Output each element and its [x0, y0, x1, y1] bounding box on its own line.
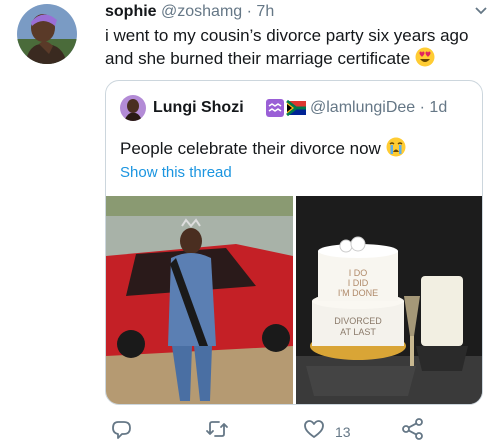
share-button[interactable]: [401, 418, 425, 445]
chevron-down-icon[interactable]: [472, 2, 490, 20]
tweet-time[interactable]: · 7h: [247, 3, 275, 20]
like-count: 13: [335, 423, 351, 440]
like-button[interactable]: 13: [303, 418, 351, 445]
author-name[interactable]: sophie: [105, 3, 157, 20]
quoted-author-badges: [266, 99, 306, 126]
author-avatar-image: [17, 4, 77, 64]
quoted-tweet-body: People celebrate their divorce now: [120, 139, 381, 158]
tweet-actions: 13: [105, 418, 485, 444]
show-thread-link[interactable]: Show this thread: [120, 164, 232, 181]
tweet-body: i went to my cousin’s divorce party six …: [105, 26, 469, 68]
divorce-cake-photo[interactable]: I DO I DID I'M DONE DIVORCED AT LAST: [296, 196, 482, 404]
heart-icon: [303, 418, 325, 445]
tweet-header: sophie @zoshamg · 7h: [105, 2, 274, 22]
cake-top-text: I DO I DID I'M DONE: [320, 268, 396, 298]
south-africa-flag-icon: [286, 99, 306, 117]
woman-with-tiara-and-red-car-photo[interactable]: [106, 196, 293, 404]
cake-line-3: I'M DONE: [337, 288, 379, 298]
quoted-tweet[interactable]: Lungi Shozi @lamlungiDee · 1d People cel…: [105, 80, 483, 405]
cake-line-2: I DID: [347, 278, 369, 288]
retweet-icon: [205, 418, 229, 445]
reply-button[interactable]: [110, 418, 132, 445]
quoted-author-handle: @lamlungiDee · 1d: [310, 95, 447, 121]
quoted-tweet-text: People celebrate their divorce now: [120, 137, 406, 163]
cake-line-4: DIVORCED: [334, 316, 382, 326]
cake-line-5: AT LAST: [340, 327, 376, 337]
share-icon: [401, 418, 425, 445]
crying-face-emoji-icon: [386, 137, 406, 163]
heart-eyes-emoji-icon: [415, 47, 435, 73]
author-avatar[interactable]: [17, 4, 77, 64]
quoted-author-avatar: [120, 95, 146, 121]
retweet-button[interactable]: [205, 418, 229, 445]
aquarius-icon: [266, 99, 284, 117]
reply-icon: [110, 418, 132, 445]
quoted-tweet-time: · 1d: [419, 99, 448, 116]
quoted-handle-text: @lamlungiDee: [310, 99, 416, 116]
cake-line-1: I DO: [348, 268, 368, 278]
quoted-author-name: Lungi Shozi: [153, 99, 244, 116]
cake-bottom-text: DIVORCED AT LAST: [318, 316, 398, 338]
author-handle[interactable]: @zoshamg: [161, 3, 242, 20]
tweet-text: i went to my cousin’s divorce party six …: [105, 24, 490, 73]
